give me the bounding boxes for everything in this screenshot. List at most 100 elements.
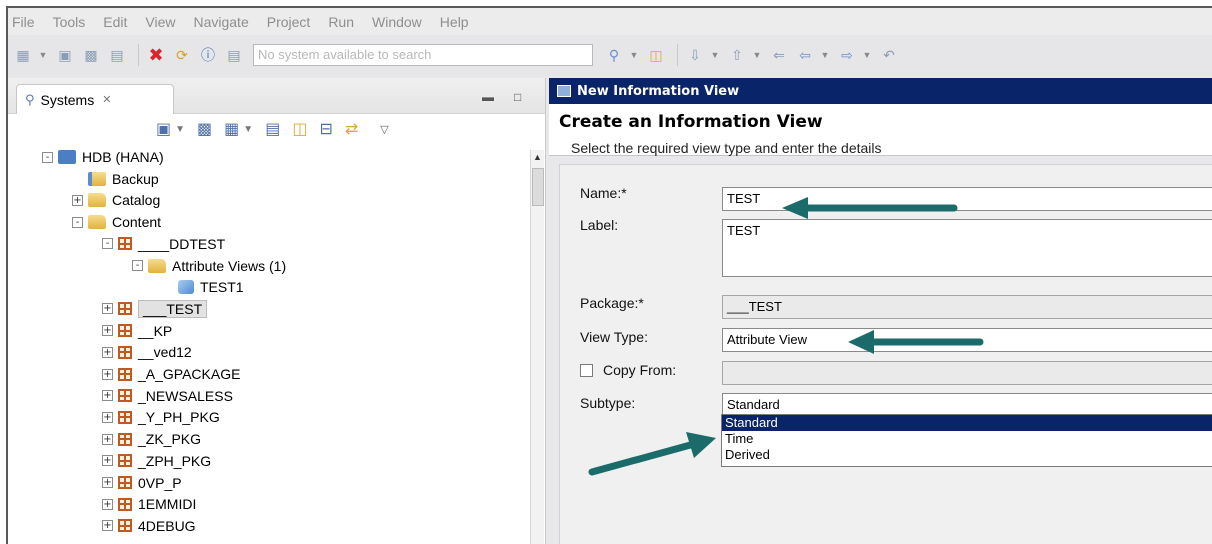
- tree-item[interactable]: + __KP: [102, 320, 172, 342]
- menu-edit[interactable]: Edit: [103, 14, 127, 30]
- menu-navigate[interactable]: Navigate: [193, 14, 248, 30]
- tree-item[interactable]: +4DEBUG: [102, 515, 196, 537]
- tree-item[interactable]: +0VP_P: [102, 472, 182, 494]
- sql-console-icon[interactable]: ▩: [197, 119, 212, 139]
- subtype-option[interactable]: Derived: [722, 447, 1212, 463]
- subtype-option[interactable]: Standard: [722, 415, 1212, 431]
- scrollbar-thumb[interactable]: [532, 168, 544, 206]
- copy-from-field[interactable]: [722, 361, 1212, 385]
- tree-scrollbar[interactable]: ▲: [530, 150, 544, 544]
- undo-icon[interactable]: ↶: [878, 46, 900, 64]
- label-textarea[interactable]: TEST: [722, 219, 1212, 277]
- collapse-icon[interactable]: -: [72, 216, 83, 228]
- tree-item[interactable]: - Attribute Views (1): [132, 255, 286, 277]
- menu-view[interactable]: View: [145, 14, 175, 30]
- tree-item[interactable]: - ____DDTEST: [102, 233, 225, 255]
- expand-icon[interactable]: +: [72, 194, 83, 206]
- tree-item[interactable]: + _ZPH_PKG: [102, 450, 211, 472]
- tree-item[interactable]: + Catalog: [72, 189, 160, 211]
- expand-icon[interactable]: +: [102, 303, 113, 315]
- collapse-icon[interactable]: -: [132, 260, 143, 271]
- new-icon[interactable]: ▦: [12, 46, 34, 64]
- close-icon[interactable]: ✕: [102, 93, 111, 106]
- menu-window[interactable]: Window: [372, 14, 422, 30]
- refresh-icon[interactable]: ⟳: [171, 46, 193, 64]
- filter-icon[interactable]: ▦: [224, 119, 239, 139]
- expand-icon[interactable]: +: [102, 520, 113, 532]
- collapse-icon[interactable]: -: [42, 151, 53, 163]
- subtype-option[interactable]: Time: [722, 431, 1212, 447]
- open-folder-icon[interactable]: ◫: [645, 46, 667, 64]
- copy-from-label: Copy From:: [603, 362, 677, 378]
- expand-icon[interactable]: +: [102, 390, 113, 402]
- tree-item[interactable]: TEST1: [162, 276, 244, 298]
- expand-icon[interactable]: +: [102, 455, 113, 467]
- label-label: Label:: [580, 217, 619, 233]
- package-field[interactable]: ___TEST: [722, 295, 1212, 319]
- search-icon[interactable]: ⚲: [603, 46, 625, 64]
- name-input[interactable]: TEST: [722, 187, 1212, 211]
- chevron-down-icon[interactable]: ▼: [752, 46, 762, 64]
- chevron-down-icon[interactable]: ▼: [820, 46, 830, 64]
- next-annotation-icon[interactable]: ⇩: [684, 46, 706, 64]
- expand-icon[interactable]: +: [102, 498, 113, 510]
- tree-item[interactable]: +1EMMIDI: [102, 493, 196, 515]
- menu-help[interactable]: Help: [440, 14, 469, 30]
- print-preview-icon[interactable]: ▤: [223, 46, 245, 64]
- expand-icon[interactable]: +: [102, 477, 113, 488]
- save-icon[interactable]: ▣: [54, 46, 76, 64]
- scroll-up-icon[interactable]: ▲: [533, 152, 542, 162]
- expand-icon[interactable]: +: [102, 325, 113, 337]
- tree-item[interactable]: + _ZK_PKG: [102, 428, 201, 450]
- print-icon[interactable]: ▤: [106, 46, 128, 64]
- expand-icon[interactable]: +: [102, 368, 113, 380]
- forward-icon[interactable]: ⇨: [836, 46, 858, 64]
- previous-annotation-icon[interactable]: ⇧: [726, 46, 748, 64]
- open-folder-icon[interactable]: ◫: [292, 119, 307, 139]
- tree-item[interactable]: + ___TEST: [102, 298, 208, 320]
- delete-icon[interactable]: ✖: [145, 45, 167, 65]
- copy-from-row[interactable]: Copy From:: [580, 362, 676, 378]
- last-edit-icon[interactable]: ⇐: [768, 46, 790, 64]
- tree-item-label: 1EMMIDI: [138, 496, 197, 513]
- menu-file[interactable]: File: [12, 14, 35, 30]
- tree-item[interactable]: - HDB (HANA): [42, 146, 164, 168]
- save-all-icon[interactable]: ▩: [80, 46, 102, 64]
- link-editor-icon[interactable]: ⇄: [345, 119, 358, 139]
- back-icon[interactable]: ⇦: [794, 46, 816, 64]
- backup-icon: [88, 171, 106, 186]
- tree-item[interactable]: + _Y_PH_PKG: [102, 406, 220, 428]
- collapse-all-icon[interactable]: ⊟: [319, 119, 332, 139]
- copy-from-checkbox[interactable]: [580, 364, 593, 377]
- tab-systems[interactable]: ⚲ Systems ✕: [16, 84, 174, 114]
- menu-run[interactable]: Run: [328, 14, 354, 30]
- expand-icon[interactable]: +: [102, 433, 113, 445]
- chevron-down-icon[interactable]: ▼: [175, 124, 185, 135]
- menu-project[interactable]: Project: [267, 14, 311, 30]
- view-type-select[interactable]: Attribute View: [722, 328, 1212, 352]
- menu-tools[interactable]: Tools: [53, 14, 86, 30]
- maximize-icon[interactable]: □: [514, 90, 521, 104]
- chevron-down-icon[interactable]: ▼: [243, 124, 253, 135]
- sql-icon[interactable]: ▤: [265, 119, 280, 139]
- collapse-icon[interactable]: -: [102, 238, 113, 250]
- expand-icon[interactable]: +: [102, 411, 113, 423]
- tree-item[interactable]: Backup: [72, 168, 159, 190]
- expand-icon[interactable]: +: [102, 346, 113, 358]
- tree-item[interactable]: + _NEWSALESS: [102, 385, 233, 407]
- system-search-input[interactable]: No system available to search: [253, 44, 593, 66]
- view-menu-icon[interactable]: ▽: [380, 123, 388, 136]
- tree-item[interactable]: + _A_GPACKAGE: [102, 363, 240, 385]
- chevron-down-icon[interactable]: ▼: [629, 46, 639, 64]
- chevron-down-icon[interactable]: ▼: [710, 46, 720, 64]
- tree-item-label: _Y_PH_PKG: [138, 409, 220, 426]
- package-icon: [118, 497, 132, 511]
- chevron-down-icon[interactable]: ▼: [862, 46, 872, 64]
- tree-item[interactable]: - Content: [72, 211, 161, 233]
- add-system-icon[interactable]: ▣: [156, 119, 171, 139]
- systems-icon: ⚲: [25, 91, 35, 107]
- chevron-down-icon[interactable]: ▼: [38, 46, 48, 64]
- minimize-icon[interactable]: ▬: [482, 90, 494, 104]
- tree-item[interactable]: + __ved12: [102, 341, 192, 363]
- help-icon[interactable]: ⓘ: [197, 46, 219, 64]
